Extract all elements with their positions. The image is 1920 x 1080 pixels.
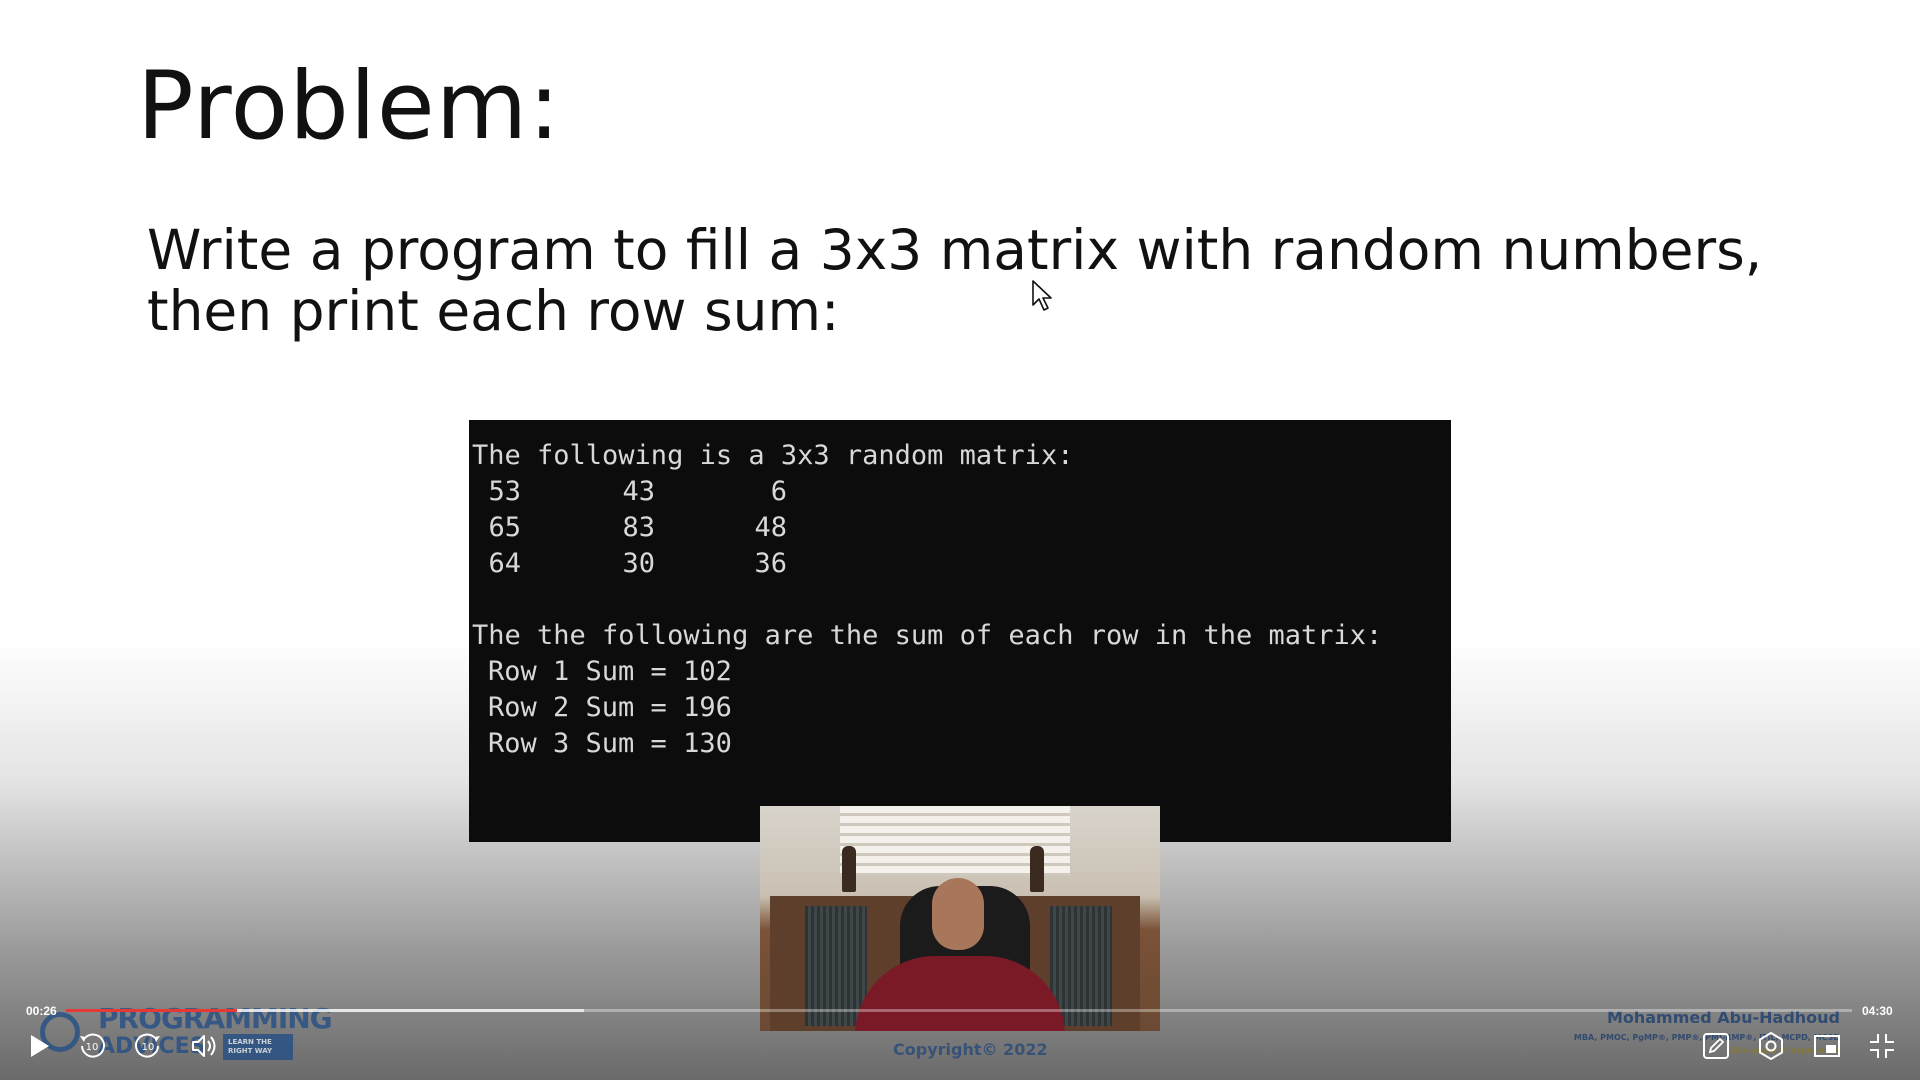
- matrix-cell: 53: [488, 476, 521, 507]
- player-controls: 00:26 04:30 10 10: [0, 996, 1920, 1080]
- forward-10-button[interactable]: 10: [130, 1028, 166, 1064]
- decor-statue: [842, 846, 856, 892]
- matrix-cell: 65: [488, 512, 521, 543]
- matrix-cell: 83: [622, 512, 655, 543]
- progress-played: [66, 1009, 238, 1012]
- forward-10-icon: 10: [135, 1033, 160, 1058]
- progress-bar[interactable]: [66, 1009, 1852, 1012]
- slide-title: Problem:: [137, 52, 561, 161]
- row-sum-line: Row 2 Sum = 196: [488, 692, 732, 723]
- video-frame: Problem: Write a program to fill a 3x3 m…: [0, 0, 1920, 1080]
- row-sum-line: Row 1 Sum = 102: [488, 656, 732, 687]
- matrix-cell: 43: [622, 476, 655, 507]
- problem-line: Write a program to fill a 3x3 matrix wit…: [147, 218, 1763, 282]
- row-sum-line: Row 3 Sum = 130: [488, 728, 732, 759]
- console-matrix-header: The following is a 3x3 random matrix:: [472, 440, 1074, 471]
- console-sums-header: The the following are the sum of each ro…: [472, 620, 1383, 651]
- console-output: The following is a 3x3 random matrix: 53…: [469, 420, 1451, 842]
- picture-in-picture-icon: [1814, 1035, 1840, 1057]
- exit-fullscreen-button[interactable]: [1864, 1028, 1900, 1064]
- mouse-cursor-icon: [1032, 280, 1052, 311]
- current-time: 00:26: [26, 1004, 57, 1018]
- svg-text:10: 10: [142, 1042, 155, 1053]
- rewind-10-icon: 10: [80, 1033, 105, 1058]
- decor-statue: [1030, 846, 1044, 892]
- settings-button[interactable]: [1753, 1028, 1789, 1064]
- duration-time: 04:30: [1862, 1004, 1893, 1018]
- play-button[interactable]: [20, 1028, 56, 1064]
- problem-line: then print each row sum:: [147, 279, 840, 343]
- picture-in-picture-button[interactable]: [1809, 1028, 1845, 1064]
- problem-statement: Write a program to fill a 3x3 matrix wit…: [147, 220, 1767, 342]
- pencil-icon: [1703, 1033, 1729, 1059]
- presenter-head: [932, 878, 984, 950]
- volume-button[interactable]: [186, 1028, 222, 1064]
- matrix-cell: 30: [622, 548, 655, 579]
- volume-icon: [192, 1035, 216, 1057]
- svg-text:10: 10: [86, 1042, 99, 1053]
- rewind-10-button[interactable]: 10: [74, 1028, 110, 1064]
- matrix-cell: 64: [488, 548, 521, 579]
- matrix-cell: 6: [770, 476, 787, 507]
- play-icon: [31, 1035, 49, 1057]
- settings-icon: [1759, 1032, 1783, 1060]
- exit-fullscreen-icon: [1870, 1034, 1894, 1058]
- matrix-cell: 36: [754, 548, 787, 579]
- matrix-cell: 48: [754, 512, 787, 543]
- annotate-button[interactable]: [1698, 1028, 1734, 1064]
